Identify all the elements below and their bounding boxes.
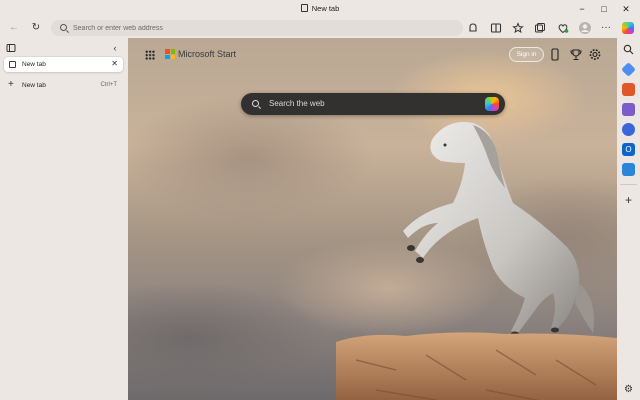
brand-title[interactable]: Microsoft Start (178, 49, 236, 59)
games-icon[interactable] (622, 103, 635, 116)
back-button[interactable]: ← (7, 21, 21, 35)
web-search-box[interactable]: Search the web (241, 93, 505, 115)
search-icon (252, 100, 259, 107)
profile-avatar[interactable] (578, 21, 592, 35)
tab-label: New tab (22, 60, 46, 68)
more-menu-button[interactable]: ··· (599, 21, 613, 35)
microsoft-365-icon[interactable] (622, 123, 635, 136)
new-tab-button[interactable]: + New tab Ctrl+T (4, 78, 123, 92)
close-tab-button[interactable]: ✕ (111, 59, 118, 68)
new-tab-page: Microsoft Start Sign in Search the web (128, 38, 617, 400)
background-horse-image (403, 122, 594, 337)
new-tab-label: New tab (22, 81, 46, 89)
shopping-tag-icon[interactable] (621, 62, 636, 77)
new-tab-shortcut: Ctrl+T (100, 81, 118, 88)
outlook-icon[interactable]: O (622, 143, 635, 156)
tab-page-icon (300, 4, 308, 12)
address-input[interactable] (73, 22, 453, 34)
minimize-button[interactable]: − (576, 3, 588, 15)
close-window-button[interactable]: ✕ (620, 3, 632, 15)
page-settings-gear-icon[interactable] (588, 47, 602, 62)
copilot-search-icon[interactable] (485, 97, 499, 111)
tools-briefcase-icon[interactable] (622, 83, 635, 96)
sidebar-settings-gear-icon[interactable]: ⚙ (622, 383, 635, 396)
browser-toolbar: ← ↻ ··· (0, 18, 640, 38)
app-launcher-icon[interactable] (145, 50, 155, 60)
favorites-star-icon[interactable] (511, 21, 525, 35)
browser-essentials-icon[interactable] (466, 21, 480, 35)
collapse-pane-button[interactable]: ‹ (109, 42, 121, 54)
refresh-button[interactable]: ↻ (29, 21, 43, 35)
maximize-button[interactable]: □ (598, 3, 610, 15)
plus-icon: + (8, 79, 14, 90)
address-bar[interactable] (51, 20, 463, 36)
rewards-trophy-icon[interactable] (569, 47, 583, 62)
copilot-icon[interactable] (621, 21, 635, 35)
sign-in-button[interactable]: Sign in (509, 47, 544, 62)
search-icon (60, 24, 67, 31)
microsoft-logo-icon (165, 49, 175, 59)
tab-page-icon (9, 61, 16, 68)
tab-new-tab-active[interactable]: New tab ✕ (4, 57, 123, 72)
window-title-text: New tab (311, 4, 340, 13)
background-cliff-image (336, 332, 617, 400)
vertical-tabs-pane: ‹ New tab ✕ + New tab Ctrl+T (0, 38, 128, 400)
add-sidebar-app-button[interactable]: + (622, 194, 635, 207)
drop-icon[interactable] (622, 163, 635, 176)
mobile-phone-icon[interactable] (548, 47, 562, 62)
title-bar: New tab − □ ✕ (0, 0, 640, 18)
split-screen-icon[interactable] (489, 21, 503, 35)
sidebar-search-icon[interactable] (622, 43, 635, 56)
window-title: New tab (0, 4, 640, 13)
browser-health-icon[interactable] (556, 21, 570, 35)
tab-actions-icon[interactable] (5, 42, 17, 54)
collections-icon[interactable] (533, 21, 547, 35)
web-search-placeholder: Search the web (269, 99, 325, 108)
sidebar-divider (620, 184, 637, 185)
edge-sidebar: O + ⚙ (617, 38, 640, 400)
